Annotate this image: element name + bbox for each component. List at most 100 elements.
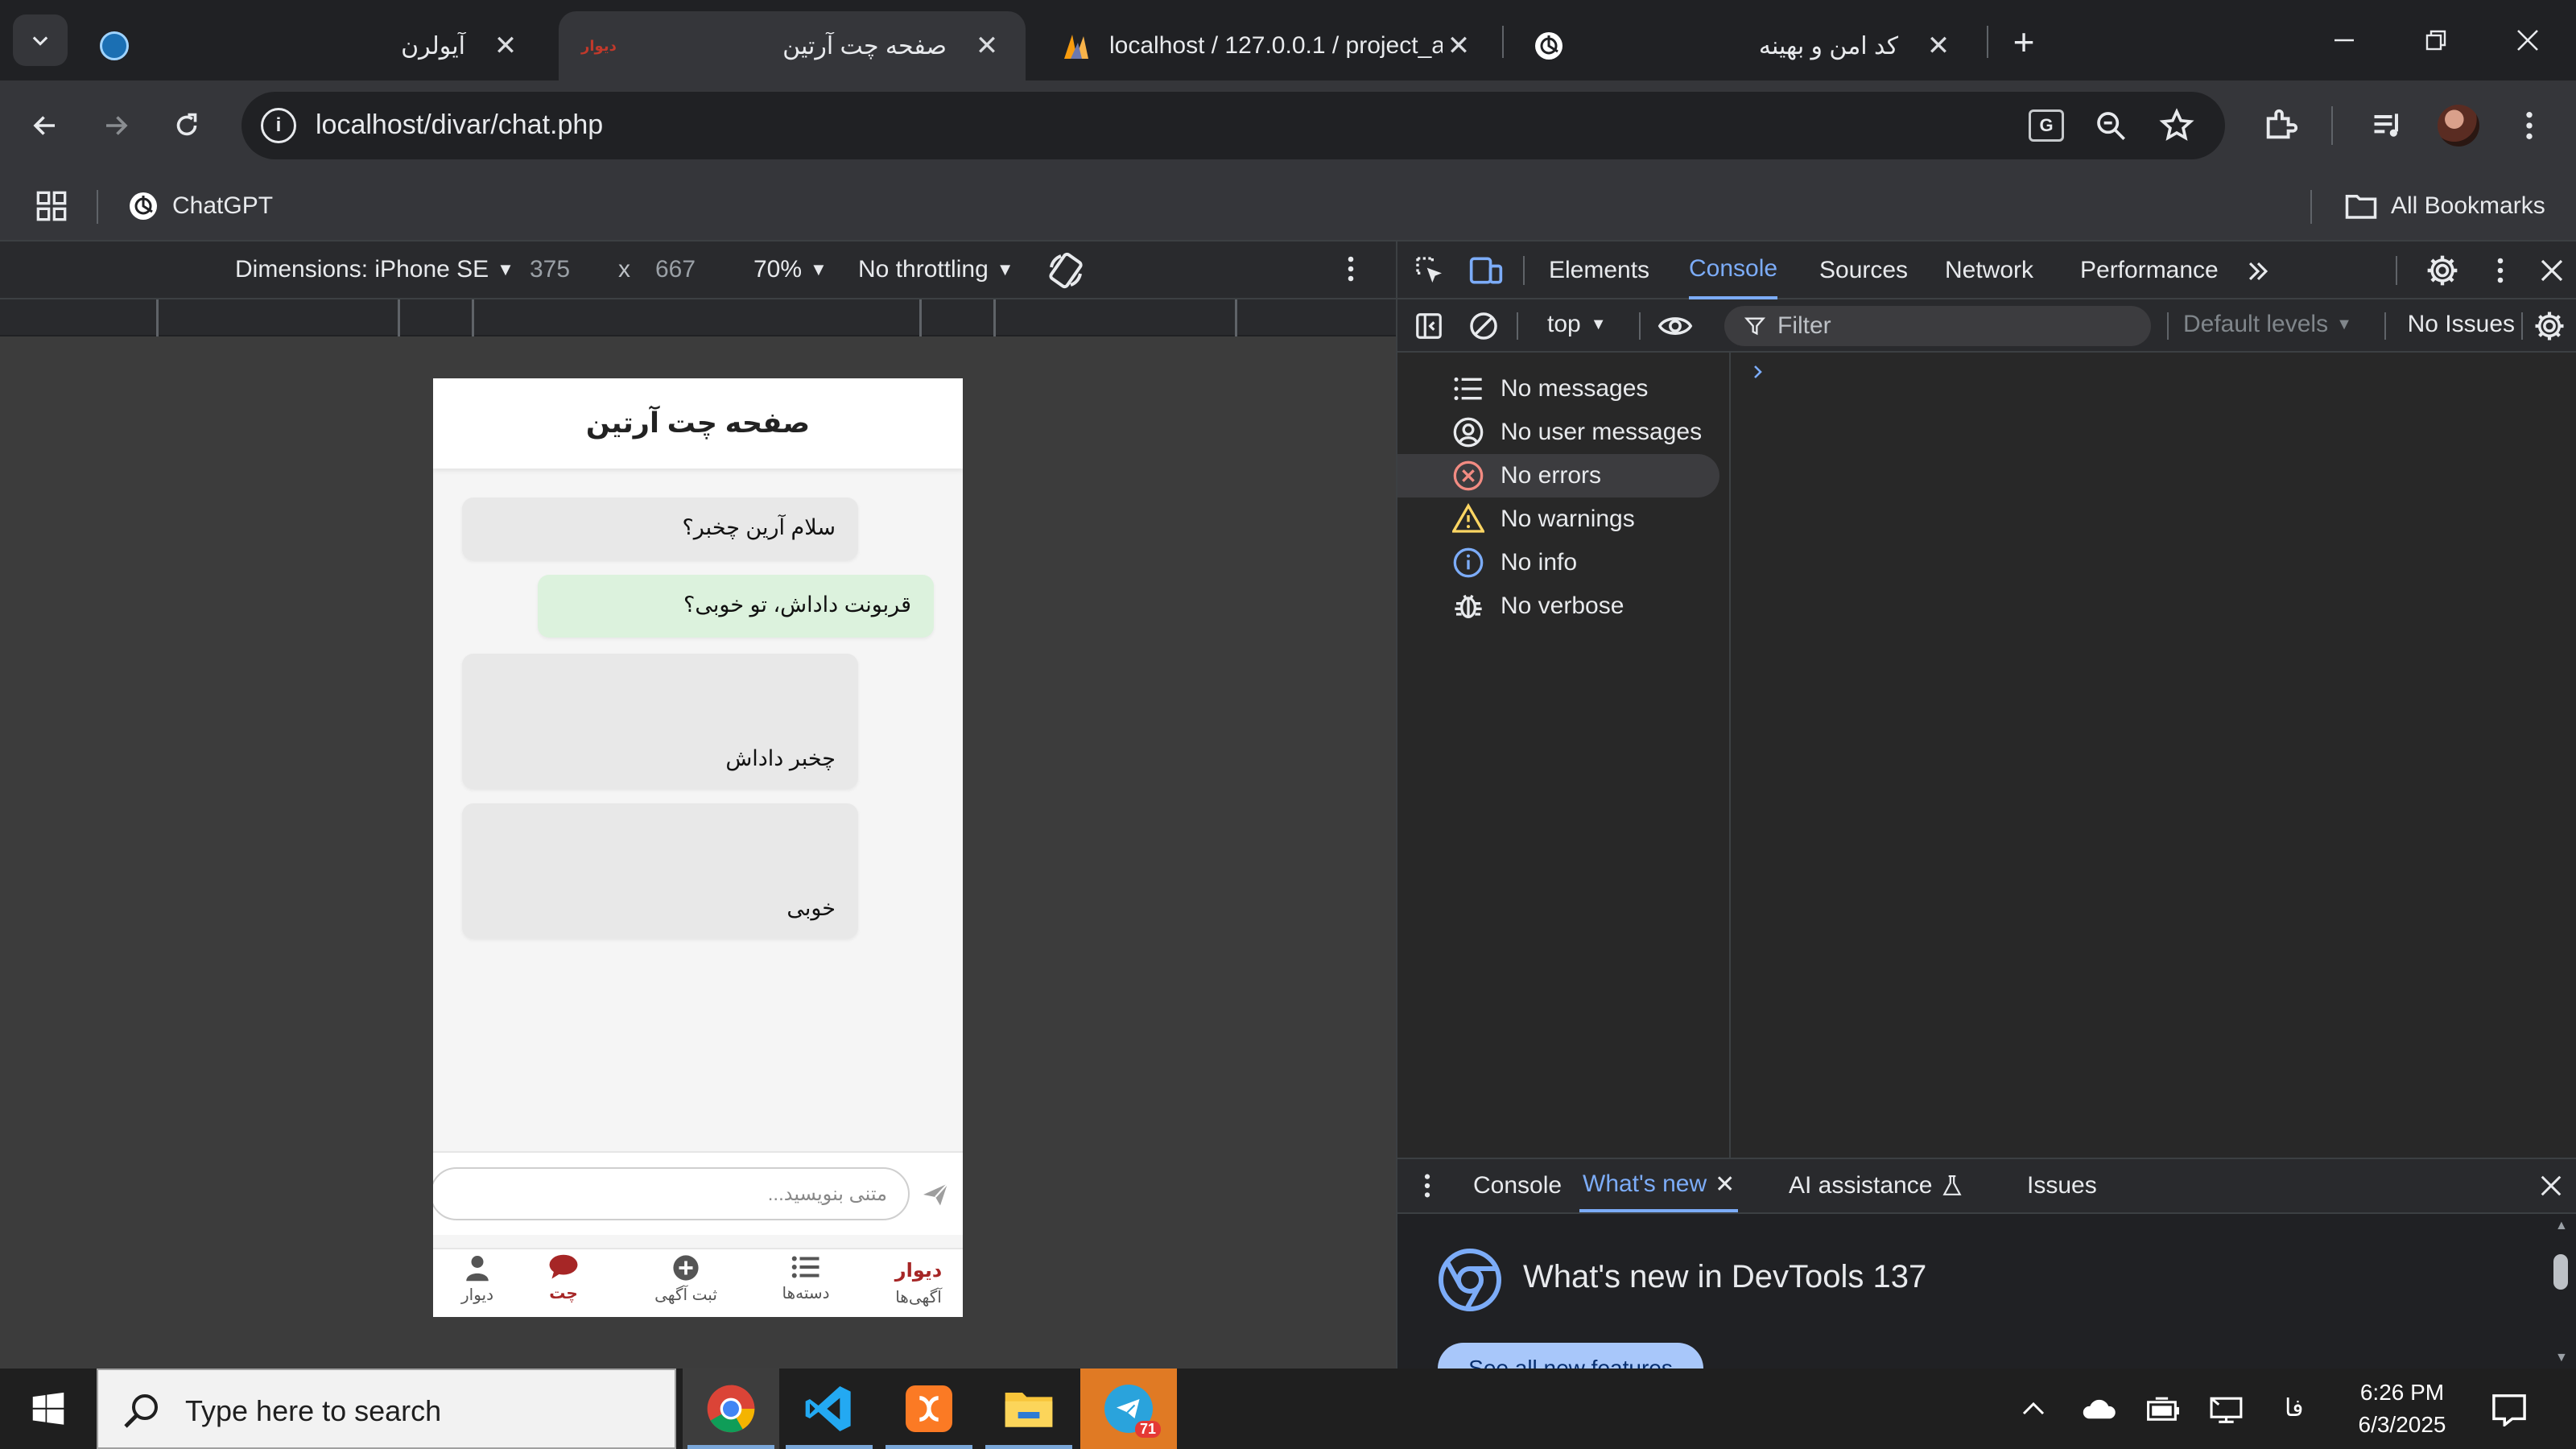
- tab-phpmyadmin[interactable]: localhost / 127.0.0.1 / project_a ✕: [1038, 11, 1497, 80]
- nav-categories[interactable]: دسته‌ها: [762, 1254, 850, 1315]
- taskbar-telegram[interactable]: 71: [1080, 1368, 1177, 1449]
- drawer-tab-whats-new[interactable]: What's new ✕: [1579, 1159, 1739, 1212]
- windows-logo-icon: [32, 1392, 64, 1425]
- network-icon[interactable]: [2209, 1394, 2246, 1425]
- zoom-select[interactable]: 70% ▼: [753, 256, 828, 283]
- device-select[interactable]: Dimensions: iPhone SE ▼: [235, 256, 514, 283]
- all-bookmarks-button[interactable]: All Bookmarks: [2344, 187, 2545, 225]
- profile-avatar[interactable]: [2438, 105, 2479, 147]
- bookmark-chatgpt[interactable]: ChatGPT: [127, 187, 273, 225]
- taskbar-file-explorer[interactable]: [980, 1368, 1077, 1449]
- more-vert-icon[interactable]: [2513, 109, 2545, 142]
- close-drawer-icon[interactable]: [2539, 1174, 2563, 1198]
- start-button[interactable]: [0, 1368, 97, 1449]
- live-expression-eye-icon[interactable]: [1657, 309, 1694, 343]
- tab-label: Console: [1473, 1172, 1563, 1199]
- more-tabs-icon[interactable]: [2244, 258, 2272, 285]
- extensions-icon[interactable]: [2262, 106, 2299, 143]
- apps-grid-icon[interactable]: [35, 190, 68, 222]
- sidebar-item-messages[interactable]: No messages: [1397, 367, 1719, 411]
- notifications-icon[interactable]: [2491, 1393, 2528, 1426]
- close-icon[interactable]: ✕: [971, 30, 1003, 62]
- close-window-button[interactable]: [2504, 16, 2552, 64]
- sidebar-toggle-icon[interactable]: [1414, 311, 1444, 341]
- height-input[interactable]: 667: [655, 256, 696, 283]
- taskbar-xampp[interactable]: [881, 1368, 977, 1449]
- message-input-bar: متنی بنویسید...: [433, 1151, 963, 1235]
- nav-post-ad[interactable]: ثبت آگهی: [642, 1254, 730, 1315]
- forward-button[interactable]: [90, 100, 142, 151]
- input-language[interactable]: فا: [2285, 1394, 2303, 1422]
- more-vert-icon[interactable]: [1336, 254, 1365, 283]
- tab-elements[interactable]: Elements: [1549, 242, 1649, 299]
- reload-button[interactable]: [161, 100, 213, 151]
- clock[interactable]: 6:26 PM 6/3/2025: [2338, 1377, 2467, 1441]
- minimize-button[interactable]: [2320, 16, 2368, 64]
- sidebar-item-label: No errors: [1501, 462, 1602, 489]
- translate-icon[interactable]: G: [2029, 109, 2064, 142]
- close-icon[interactable]: ✕: [1443, 30, 1475, 62]
- star-icon[interactable]: [2159, 108, 2194, 143]
- drawer-tab-issues[interactable]: Issues: [2027, 1159, 2097, 1212]
- rotate-icon[interactable]: [1046, 251, 1085, 290]
- restore-button[interactable]: [2412, 16, 2460, 64]
- sidebar-item-user-messages[interactable]: No user messages: [1397, 411, 1719, 454]
- tab-search-button[interactable]: [13, 14, 68, 66]
- close-icon[interactable]: ✕: [489, 30, 522, 62]
- nav-ads[interactable]: دیوار آگهی‌ها: [874, 1254, 963, 1315]
- console-prompt-chevron-icon[interactable]: [1748, 362, 1768, 382]
- taskbar-search[interactable]: Type here to search: [97, 1368, 676, 1449]
- throttling-select[interactable]: No throttling ▼: [858, 256, 1014, 283]
- device-toggle-icon[interactable]: [1468, 253, 1504, 288]
- back-button[interactable]: [19, 100, 71, 151]
- address-bar[interactable]: i localhost/divar/chat.php G: [242, 92, 2225, 159]
- scrollbar[interactable]: ▲ ▼: [2550, 1219, 2571, 1368]
- chrome-devtools-logo-icon: [1439, 1249, 1501, 1311]
- clear-console-icon[interactable]: [1468, 311, 1499, 341]
- new-tab-button[interactable]: +: [2000, 18, 2048, 66]
- close-icon[interactable]: ✕: [1922, 30, 1955, 62]
- tab-ayolearn[interactable]: آیولرن ✕: [77, 11, 544, 80]
- log-levels-select[interactable]: Default levels ▼: [2183, 311, 2352, 338]
- tab-secure-code[interactable]: کد امن و بهینه ✕: [1510, 11, 1977, 80]
- nav-my-divar[interactable]: دیوار: [433, 1254, 522, 1315]
- context-select[interactable]: top ▼: [1547, 311, 1607, 338]
- media-controls-icon[interactable]: [2370, 108, 2405, 143]
- device-select-label: Dimensions: iPhone SE: [235, 256, 489, 283]
- dropdown-arrow-icon: ▼: [996, 259, 1014, 279]
- tab-console[interactable]: Console: [1689, 242, 1778, 299]
- taskbar-chrome[interactable]: [683, 1368, 779, 1449]
- nav-chat[interactable]: چت: [519, 1254, 608, 1315]
- send-icon[interactable]: [921, 1180, 950, 1209]
- message-input[interactable]: متنی بنویسید...: [433, 1167, 910, 1220]
- chevron-up-icon[interactable]: [2019, 1394, 2048, 1423]
- sidebar-item-warnings[interactable]: No warnings: [1397, 497, 1719, 541]
- sidebar-item-info[interactable]: No info: [1397, 541, 1719, 584]
- issues-counter[interactable]: No Issues: [2386, 311, 2515, 338]
- tab-chat-page[interactable]: ديوار صفحه چت آرتین ✕: [559, 11, 1026, 80]
- battery-icon[interactable]: [2145, 1396, 2182, 1423]
- width-input[interactable]: 375: [530, 256, 570, 283]
- site-info-icon[interactable]: i: [261, 108, 296, 143]
- drawer-tab-console[interactable]: Console: [1473, 1159, 1562, 1212]
- url-text[interactable]: localhost/divar/chat.php: [316, 109, 603, 141]
- sidebar-item-verbose[interactable]: No verbose: [1397, 584, 1719, 628]
- tab-sources[interactable]: Sources: [1819, 242, 1908, 299]
- settings-gear-icon[interactable]: [2425, 253, 2460, 288]
- close-devtools-icon[interactable]: [2539, 258, 2565, 283]
- tab-performance[interactable]: Performance: [2080, 242, 2219, 299]
- taskbar-vscode[interactable]: [781, 1368, 877, 1449]
- close-icon[interactable]: ✕: [1715, 1170, 1735, 1199]
- tab-network[interactable]: Network: [1945, 242, 2033, 299]
- media-query-bar[interactable]: [0, 299, 1396, 336]
- info-icon: [1453, 547, 1484, 578]
- filter-input[interactable]: Filter: [1724, 306, 2151, 346]
- drawer-tab-ai-assistance[interactable]: AI assistance: [1789, 1159, 1963, 1212]
- more-vert-icon[interactable]: [1414, 1172, 1441, 1199]
- console-settings-gear-icon[interactable]: [2533, 309, 2566, 343]
- zoom-icon[interactable]: [2095, 109, 2127, 142]
- more-vert-icon[interactable]: [2486, 256, 2515, 285]
- onedrive-cloud-icon[interactable]: [2080, 1396, 2117, 1422]
- inspect-element-icon[interactable]: [1414, 254, 1446, 287]
- sidebar-item-errors[interactable]: No errors: [1397, 454, 1719, 497]
